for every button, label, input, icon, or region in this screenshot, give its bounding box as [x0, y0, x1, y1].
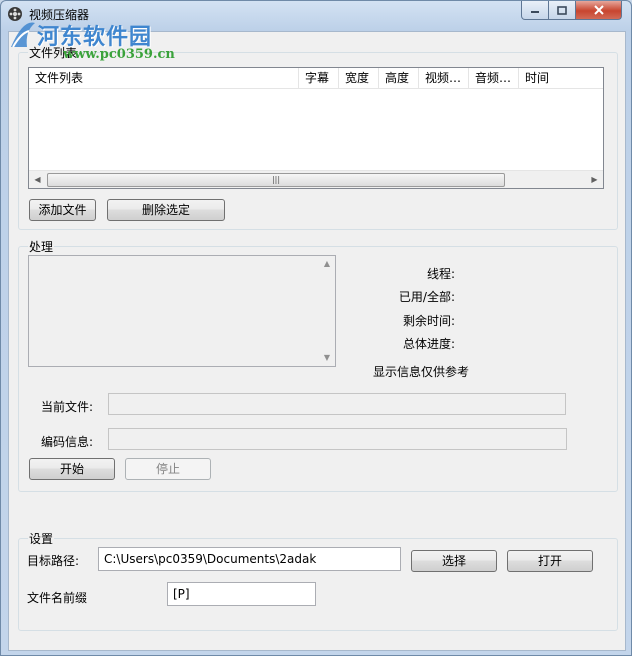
client-area: 文件列表 文件列表 字幕 宽度 高度 视频… 音频… 时间 ◀ ||| ▶ 添加…: [8, 31, 626, 651]
filename-prefix-label: 文件名前缀: [27, 591, 88, 605]
app-window: 视频压缩器 文件列表 文件列表 字幕 宽度 高度 视频… 音频… 时间 ◀ ||…: [0, 0, 632, 656]
vertical-scrollbar[interactable]: ▲ ▼: [319, 256, 335, 366]
scroll-down-icon[interactable]: ▼: [319, 350, 335, 366]
current-file-field: [108, 393, 566, 415]
process-group-label: 处理: [28, 238, 55, 255]
list-header: 文件列表 字幕 宽度 高度 视频… 音频… 时间: [29, 68, 603, 89]
info-note: 显示信息仅供参考: [373, 365, 470, 379]
threads-label: 线程:: [426, 267, 455, 281]
current-file-label: 当前文件:: [41, 400, 94, 414]
remaining-time-label: 剩余时间:: [402, 314, 455, 328]
browse-button[interactable]: 选择: [411, 550, 497, 572]
film-reel-icon: [8, 7, 22, 21]
column-header-audio[interactable]: 音频…: [469, 68, 519, 88]
column-header-file-list[interactable]: 文件列表: [29, 68, 299, 88]
codec-info-label: 编码信息:: [41, 435, 94, 449]
column-header-subtitle[interactable]: 字幕: [299, 68, 339, 88]
used-total-label: 已用/全部:: [398, 290, 455, 304]
settings-group-label: 设置: [28, 530, 55, 547]
column-header-height[interactable]: 高度: [379, 68, 419, 88]
scroll-thumb[interactable]: |||: [47, 173, 505, 187]
column-header-width[interactable]: 宽度: [339, 68, 379, 88]
column-header-time[interactable]: 时间: [519, 68, 603, 88]
scroll-left-icon[interactable]: ◀: [29, 171, 46, 188]
title-bar[interactable]: 视频压缩器: [1, 1, 631, 25]
file-list-view[interactable]: 文件列表 字幕 宽度 高度 视频… 音频… 时间 ◀ ||| ▶: [28, 67, 604, 189]
start-button[interactable]: 开始: [29, 458, 115, 480]
file-list-group-label: 文件列表: [28, 44, 79, 61]
open-button[interactable]: 打开: [507, 550, 593, 572]
window-title: 视频压缩器: [29, 8, 90, 22]
target-path-input[interactable]: C:\Users\pc0359\Documents\2adak: [98, 547, 401, 571]
minimize-icon: [531, 11, 539, 13]
delete-selected-button[interactable]: 删除选定: [107, 199, 225, 221]
maximize-button[interactable]: [548, 1, 576, 20]
codec-info-field: [108, 428, 567, 450]
log-textarea[interactable]: ▲ ▼: [28, 255, 336, 367]
column-header-video[interactable]: 视频…: [419, 68, 469, 88]
maximize-icon: [557, 5, 567, 15]
horizontal-scrollbar[interactable]: ◀ ||| ▶: [29, 170, 603, 188]
target-path-label: 目标路径:: [27, 554, 80, 568]
stop-button[interactable]: 停止: [125, 458, 211, 480]
add-file-button[interactable]: 添加文件: [29, 199, 96, 221]
scroll-up-icon[interactable]: ▲: [319, 256, 335, 272]
filename-prefix-input[interactable]: [P]: [167, 582, 316, 606]
scroll-right-icon[interactable]: ▶: [586, 171, 603, 188]
close-button[interactable]: [575, 1, 622, 20]
overall-progress-label: 总体进度:: [402, 337, 455, 351]
minimize-button[interactable]: [521, 1, 549, 20]
close-icon: [593, 5, 604, 15]
